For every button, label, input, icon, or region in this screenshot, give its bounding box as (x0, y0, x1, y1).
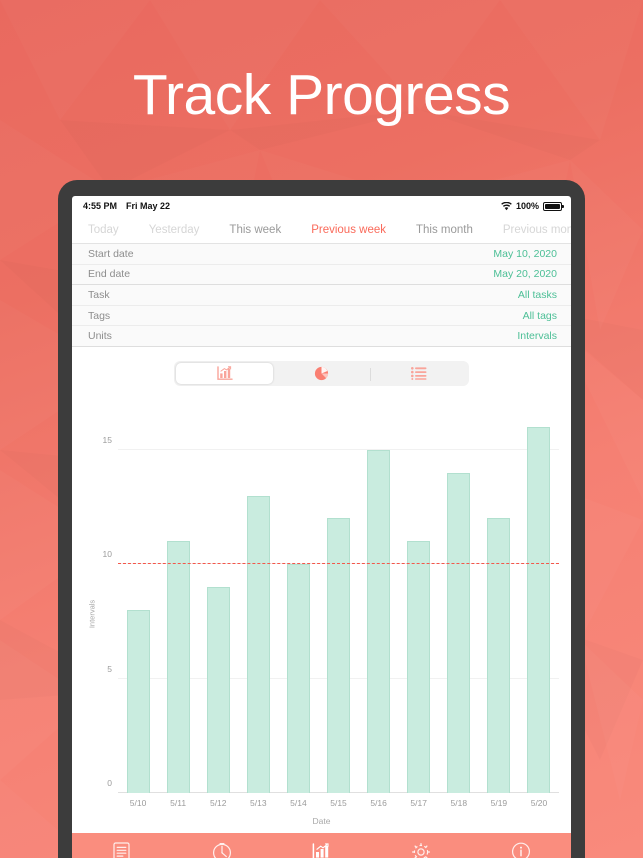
filter-settings-list: Start date May 10, 2020 End date May 20,… (72, 244, 571, 347)
period-tabs[interactable]: Today Yesterday This week Previous week … (72, 216, 571, 244)
bar[interactable] (487, 518, 511, 793)
app-screenshot: Track Progress 4:55 PM Fri May 22 100% T… (0, 0, 643, 858)
bar[interactable] (327, 518, 351, 793)
view-switcher[interactable] (174, 360, 469, 386)
x-axis-tick: 5/20 (530, 797, 548, 808)
row-value: All tasks (517, 288, 557, 301)
segment-bar-chart[interactable] (176, 362, 273, 384)
row-value: May 10, 2020 (493, 247, 557, 260)
toolbar-item-timer[interactable] (172, 842, 272, 858)
wifi-icon (501, 201, 512, 210)
bar[interactable] (206, 587, 230, 793)
row-value: All tags (522, 309, 557, 322)
bar[interactable] (166, 541, 190, 793)
toolbar-item-settings[interactable] (371, 842, 471, 858)
gear-icon (412, 842, 431, 858)
bar-series: 5/10 5/11 5/12 5/13 5/14 5/15 5/16 5/17 5/18 5/19… (118, 404, 559, 808)
x-axis-label: Date (312, 815, 331, 826)
bar-column[interactable]: 5/13 (238, 404, 278, 808)
row-units[interactable]: Units Intervals (72, 326, 571, 347)
row-label: Start date (88, 247, 134, 260)
bar-column[interactable]: 5/17 (399, 404, 439, 808)
x-axis-tick: 5/11 (170, 797, 187, 808)
bar-column[interactable]: 5/14 (278, 404, 318, 808)
x-axis-tick: 5/16 (370, 797, 387, 808)
tab-previous-week[interactable]: Previous week (311, 224, 386, 236)
row-label: Tags (88, 309, 111, 322)
segment-list[interactable] (370, 363, 467, 384)
page-title: Track Progress (132, 63, 511, 127)
status-bar: 4:55 PM Fri May 22 100% (72, 196, 571, 216)
tablet-device: 4:55 PM Fri May 22 100% Today Yesterday … (58, 180, 585, 858)
tab-yesterday[interactable]: Yesterday (149, 224, 200, 236)
status-date: Fri May 22 (126, 201, 171, 211)
document-icon (113, 841, 130, 858)
timer-icon (212, 842, 231, 858)
toolbar-item-charts[interactable] (272, 842, 372, 858)
bar-column[interactable]: 5/18 (439, 404, 479, 808)
bar[interactable] (367, 449, 391, 793)
x-axis-tick: 5/14 (290, 797, 307, 808)
bar-column[interactable]: 5/16 (359, 404, 399, 808)
y-axis-tick: 15 (102, 434, 112, 445)
row-end-date[interactable]: End date May 20, 2020 (72, 265, 571, 286)
row-label: Units (88, 330, 112, 343)
y-axis-tick: 0 (107, 777, 112, 788)
battery-full-icon (543, 201, 564, 211)
y-axis-tick: 10 (102, 549, 112, 560)
row-value: Intervals (517, 330, 557, 343)
status-right-group: 100% (501, 201, 564, 211)
x-axis-tick: 5/17 (410, 797, 427, 808)
y-axis-tick: 5 (107, 663, 112, 674)
battery-percent: 100% (515, 201, 539, 211)
bar-column[interactable]: 5/12 (198, 404, 238, 808)
toolbar-item-documents[interactable] (72, 841, 172, 858)
tab-this-month[interactable]: This month (416, 224, 473, 236)
x-axis-tick: 5/18 (450, 797, 468, 808)
bar[interactable] (286, 564, 310, 793)
x-axis-tick: 5/13 (250, 797, 267, 808)
status-time: 4:55 PM (83, 201, 118, 211)
row-tags[interactable]: Tags All tags (72, 306, 571, 327)
bar-chart-plot: 0 5 10 15 5/10 5/11 5/12 5/13 5/14 5/15 5/16 5/17 5/… (103, 404, 559, 808)
bar-chart-icon (312, 842, 331, 858)
row-label: Task (88, 288, 110, 301)
row-value: May 20, 2020 (493, 268, 557, 281)
bottom-toolbar[interactable] (72, 833, 571, 858)
list-icon (410, 366, 426, 380)
bar-column[interactable]: 5/19 (479, 404, 519, 808)
bar-column[interactable]: 5/15 (318, 404, 358, 808)
bar-column[interactable]: 5/11 (158, 404, 198, 808)
tab-today[interactable]: Today (88, 224, 119, 236)
view-switcher-container (72, 346, 571, 396)
x-axis-tick: 5/12 (209, 797, 227, 808)
bar[interactable] (527, 426, 551, 793)
tablet-screen: 4:55 PM Fri May 22 100% Today Yesterday … (72, 196, 571, 858)
segment-pie-chart[interactable] (273, 363, 370, 384)
row-task[interactable]: Task All tasks (72, 285, 571, 306)
tab-this-week[interactable]: This week (229, 224, 281, 236)
toolbar-item-info[interactable] (471, 842, 571, 858)
bar-column[interactable]: 5/10 (118, 404, 158, 808)
chart-area: Intervals 0 5 10 15 5/10 5/11 5/12 5/13 5/14 5/15… (72, 395, 571, 833)
pie-chart-icon (314, 366, 329, 381)
info-icon (512, 842, 531, 858)
x-axis-tick: 5/15 (330, 797, 347, 808)
y-axis-label: Intervals (87, 600, 97, 629)
row-start-date[interactable]: Start date May 10, 2020 (72, 244, 571, 265)
bar-column[interactable]: 5/20 (519, 404, 559, 808)
bar-chart-icon (216, 366, 233, 380)
bar[interactable] (407, 541, 431, 793)
tab-previous-month[interactable]: Previous month (503, 224, 571, 236)
row-label: End date (88, 268, 131, 281)
bar[interactable] (126, 609, 150, 793)
bar[interactable] (447, 472, 471, 793)
bar[interactable] (246, 495, 270, 793)
x-axis-tick: 5/10 (129, 797, 147, 808)
threshold-line (118, 563, 559, 565)
x-axis-tick: 5/19 (490, 797, 508, 808)
